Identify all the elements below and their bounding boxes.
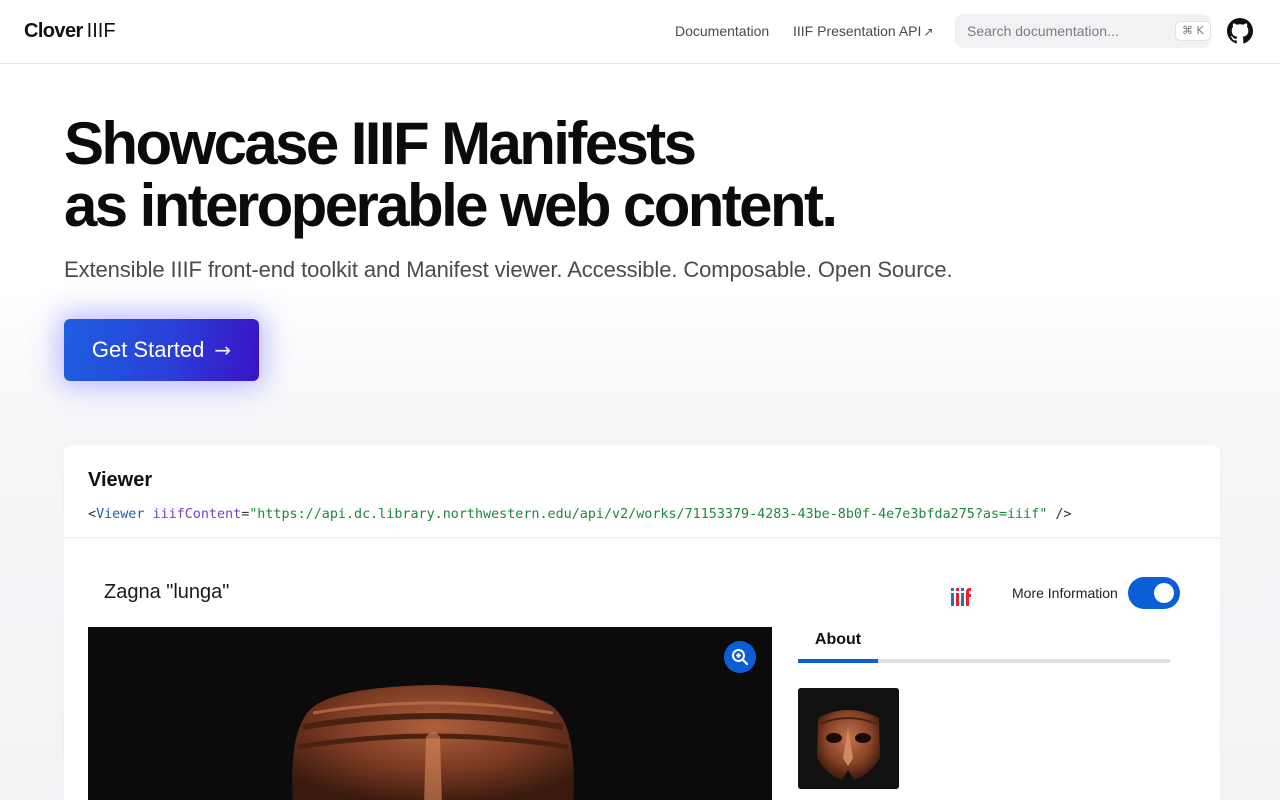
more-information-label: More Information: [1012, 585, 1118, 601]
viewer-card-title: Viewer: [88, 469, 153, 491]
hero-title-line-2: as interoperable web content.: [64, 172, 838, 239]
image-canvas[interactable]: [88, 627, 772, 800]
get-started-label: Get Started: [91, 337, 205, 362]
toggle-knob: [1154, 583, 1174, 603]
external-link-icon: ↗: [923, 25, 934, 39]
site-logo[interactable]: Clover IIIF: [24, 20, 116, 43]
top-navbar: Clover IIIF Documentation IIIF Presentati…: [0, 0, 1280, 64]
nav-documentation-link[interactable]: Documentation: [675, 23, 769, 39]
code-open-bracket: <: [88, 507, 97, 522]
search-shortcut-badge: ⌘ K: [1175, 21, 1211, 41]
nav-api-label: IIIF Presentation API: [793, 23, 922, 39]
logo-iiif-text: IIIF: [86, 20, 116, 42]
hero-title-line-1: Showcase IIIF Manifests: [64, 110, 697, 177]
iiif-logo-icon[interactable]: [950, 585, 972, 607]
code-close-bracket: />: [1047, 507, 1072, 522]
search-input[interactable]: [955, 14, 1211, 48]
logo-text: Clover: [24, 20, 83, 42]
hero-subtitle: Extensible IIIF front-end toolkit and Ma…: [64, 257, 953, 282]
zoom-in-button[interactable]: [724, 641, 756, 673]
thumbnail-image[interactable]: [798, 688, 899, 789]
hero-title: Showcase IIIF Manifests as interoperable…: [64, 110, 838, 239]
iiif-viewer: Zagna "lunga" More Information About: [64, 539, 1220, 800]
mask-image: [88, 627, 772, 800]
more-information-toggle[interactable]: [1128, 577, 1180, 609]
github-icon[interactable]: [1227, 18, 1253, 44]
thumbnail-mask-image: [798, 688, 899, 789]
get-started-button[interactable]: Get Started →: [64, 319, 259, 381]
manifest-label: Zagna "lunga": [104, 581, 230, 603]
viewer-demo-card: Viewer <Viewer iiifContent="https://api.…: [64, 445, 1220, 800]
code-tag-name: Viewer: [96, 507, 145, 522]
code-attribute: iiifContent: [152, 507, 242, 522]
zoom-in-icon: [732, 649, 749, 666]
nav-iiif-presentation-api-link[interactable]: IIIF Presentation API ↗: [793, 23, 933, 39]
tab-about[interactable]: About: [798, 631, 878, 661]
arrow-right-icon: →: [214, 338, 232, 362]
code-attribute-value: "https://api.dc.library.northwestern.edu…: [249, 507, 1048, 522]
tab-active-indicator: [798, 659, 878, 663]
viewer-code-snippet: <Viewer iiifContent="https://api.dc.libr…: [88, 507, 1072, 522]
